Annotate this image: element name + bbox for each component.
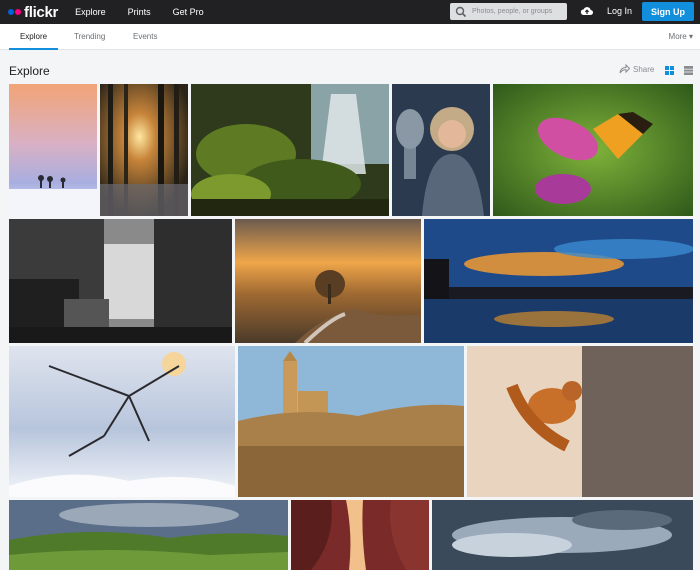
page-title: Explore — [9, 64, 50, 78]
share-icon — [619, 64, 630, 74]
photo-image — [9, 346, 235, 497]
grid-view-icon[interactable] — [665, 66, 674, 75]
photo-bw-street[interactable] — [9, 219, 232, 343]
flickr-logo[interactable]: flickr — [8, 4, 58, 21]
photo-child-with-lantern[interactable] — [392, 84, 490, 216]
primary-nav: Explore Prints Get Pro — [75, 7, 226, 17]
photo-hilltop-town[interactable] — [238, 346, 464, 497]
photo-image — [9, 500, 288, 570]
photo-image — [424, 219, 693, 343]
logo-text: flickr — [24, 3, 59, 21]
signup-button[interactable]: Sign Up — [642, 2, 694, 21]
photo-frozen-tree[interactable] — [9, 346, 235, 497]
nav-get-pro[interactable]: Get Pro — [173, 7, 204, 17]
logo-blue-dot — [8, 9, 14, 15]
tab-trending[interactable]: Trending — [74, 24, 105, 50]
photo-forest-sunrays[interactable] — [100, 84, 188, 216]
photo-image — [191, 84, 389, 216]
search-icon — [455, 6, 467, 17]
nav-prints[interactable]: Prints — [128, 7, 151, 17]
photo-lake-sunset[interactable] — [424, 219, 693, 343]
tab-explore[interactable]: Explore — [9, 24, 58, 50]
photo-waterfall-ferns[interactable] — [191, 84, 389, 216]
photo-image — [9, 84, 97, 216]
top-navigation-bar: flickr Explore Prints Get Pro Photos, pe… — [0, 0, 700, 24]
login-link[interactable]: Log In — [607, 6, 632, 16]
search-placeholder: Photos, people, or groups — [472, 8, 553, 15]
search-input[interactable]: Photos, people, or groups — [450, 3, 567, 20]
photo-image — [493, 84, 693, 216]
photo-image — [291, 500, 429, 570]
photo-image — [100, 84, 188, 216]
photo-image — [467, 346, 693, 497]
photo-stormy-sky[interactable] — [432, 500, 693, 570]
share-label: Share — [633, 64, 655, 74]
photo-image — [432, 500, 693, 570]
photo-red-squirrel[interactable] — [467, 346, 693, 497]
photo-green-hills[interactable] — [9, 500, 288, 570]
tab-events[interactable]: Events — [133, 24, 157, 50]
photo-slot-canyon[interactable] — [291, 500, 429, 570]
logo-pink-dot — [15, 9, 21, 15]
photo-image — [9, 219, 232, 343]
photo-sunset-stream[interactable] — [235, 219, 421, 343]
photo-image — [238, 346, 464, 497]
list-view-icon[interactable] — [684, 66, 693, 75]
upload-cloud-icon[interactable] — [580, 4, 594, 18]
more-menu[interactable]: More ▾ — [669, 24, 693, 50]
photo-winter-sunset-trees[interactable] — [9, 84, 97, 216]
photo-butterfly-flowers[interactable] — [493, 84, 693, 216]
explore-subnav: Explore Trending Events More ▾ — [0, 24, 700, 50]
share-button[interactable]: Share — [619, 64, 654, 74]
photo-image — [392, 84, 490, 216]
photo-image — [235, 219, 421, 343]
nav-explore[interactable]: Explore — [75, 7, 106, 17]
